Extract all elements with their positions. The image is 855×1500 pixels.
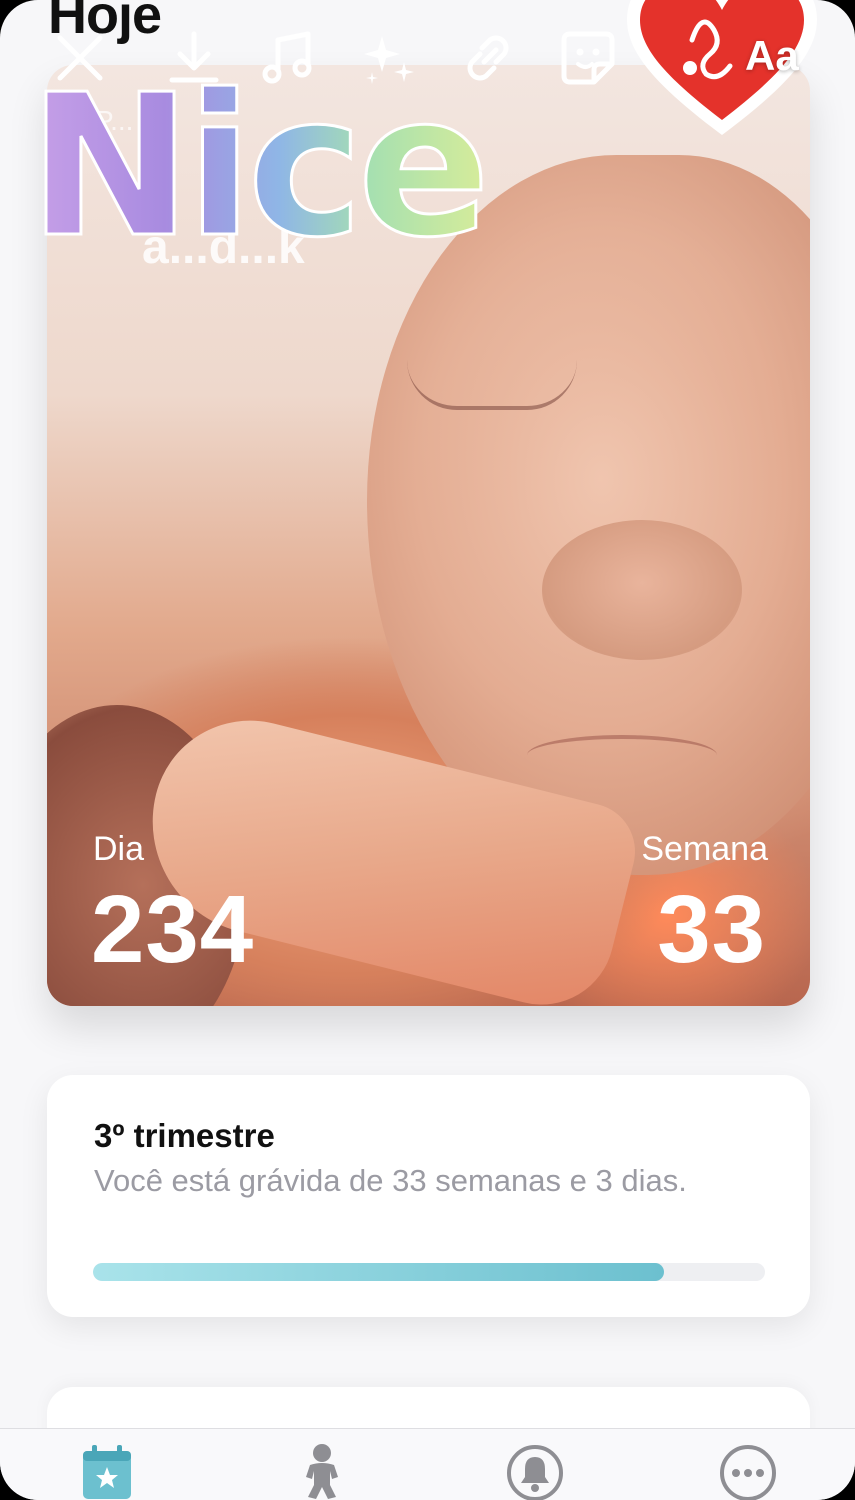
trimester-card[interactable]: 3º trimestre Você está grávida de 33 sem…	[47, 1075, 810, 1317]
tab-more[interactable]	[718, 1443, 778, 1500]
baby-eye	[407, 360, 577, 410]
tab-bar	[0, 1428, 855, 1500]
week-value: 33	[657, 876, 766, 983]
sticker-button[interactable]	[556, 26, 620, 90]
sticker-icon	[561, 31, 615, 85]
music-icon	[262, 31, 312, 84]
story-toolbar: Aa	[0, 0, 855, 120]
trimester-description: Você está grávida de 33 semanas e 3 dias…	[94, 1163, 687, 1198]
text-tool-button[interactable]: Aa	[745, 32, 825, 88]
effects-icon	[364, 36, 414, 84]
trimester-progress-track	[93, 1263, 765, 1281]
tab-baby[interactable]	[292, 1443, 352, 1500]
baby-icon	[306, 1444, 338, 1499]
download-icon	[169, 31, 219, 83]
bell-icon	[507, 1445, 563, 1500]
download-button[interactable]	[162, 26, 226, 90]
week-label: Semana	[641, 830, 768, 868]
trimester-title: 3º trimestre	[94, 1117, 275, 1154]
close-icon	[57, 35, 103, 81]
trimester-progress-fill	[93, 1263, 665, 1281]
baby-mouth	[527, 735, 717, 775]
calendar-star-icon	[83, 1445, 131, 1499]
close-button[interactable]	[48, 26, 112, 90]
effects-button[interactable]	[356, 26, 420, 90]
baby-nose	[542, 520, 742, 660]
link-icon	[467, 35, 509, 81]
music-button[interactable]	[256, 26, 320, 90]
story-canvas: Hoje P... a...d...k Dia 234 Semana 33 3º…	[0, 0, 855, 1500]
tab-today[interactable]	[80, 1443, 140, 1500]
more-icon	[720, 1445, 776, 1500]
link-button[interactable]	[456, 26, 520, 90]
day-label: Dia	[93, 830, 145, 868]
day-value: 234	[91, 876, 255, 983]
tab-notifications[interactable]	[505, 1443, 565, 1500]
